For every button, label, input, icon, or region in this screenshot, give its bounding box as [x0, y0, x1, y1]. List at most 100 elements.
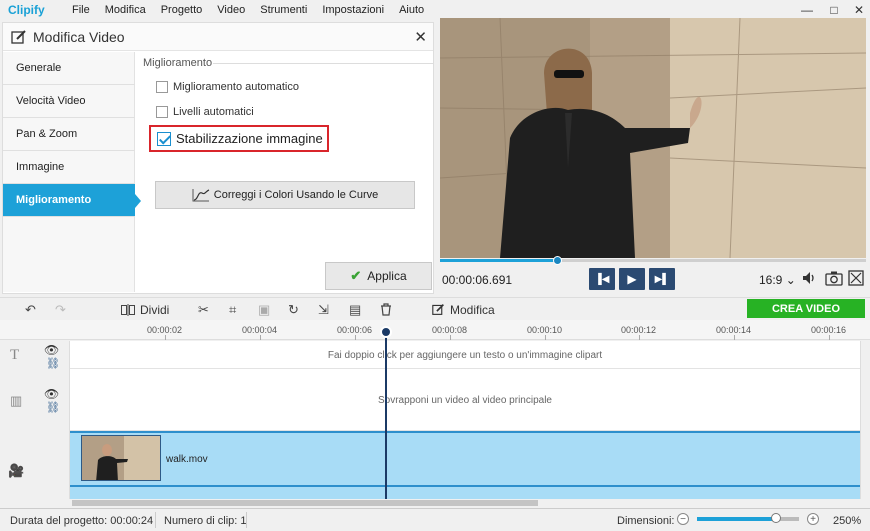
- auto-enhance-label: Miglioramento automatico: [173, 81, 299, 93]
- playback-progress: [440, 259, 558, 262]
- aspect-ratio-value: 16:9: [759, 273, 783, 287]
- menu-bar: Clipify File Modifica Progetto Video Str…: [0, 0, 870, 20]
- preview-frame: [440, 18, 866, 258]
- menu-strumenti[interactable]: Strumenti: [260, 4, 307, 16]
- menu-file[interactable]: File: [72, 4, 90, 16]
- ruler-label: 00:00:06: [337, 325, 373, 335]
- split-button[interactable]: Dividi: [121, 301, 169, 318]
- color-curves-button[interactable]: Correggi i Colori Usando le Curve: [155, 181, 415, 209]
- cut-icon[interactable]: ✂: [198, 301, 209, 318]
- playhead-handle[interactable]: [380, 326, 392, 338]
- edit-sidenav: Generale Velocità Video Pan & Zoom Immag…: [3, 52, 141, 292]
- edit-button[interactable]: Modifica: [432, 301, 495, 318]
- overlay-track[interactable]: Sovrapponi un video al video principale: [70, 369, 860, 431]
- stabilization-option[interactable]: Stabilizzazione immagine: [149, 125, 329, 152]
- close-window-button[interactable]: ✕: [851, 2, 867, 18]
- auto-enhance-option[interactable]: Miglioramento automatico: [156, 81, 299, 93]
- auto-levels-checkbox[interactable]: [156, 106, 168, 118]
- status-divider: [246, 512, 247, 528]
- previous-button[interactable]: ▐◀: [589, 268, 615, 290]
- menu-progetto[interactable]: Progetto: [161, 4, 203, 16]
- timeline-toolbar: ↶ ↷ Dividi ✂ ⌗ ▣ ↻ ⇲ ▤ Modifica: [0, 297, 870, 320]
- frame-icon[interactable]: ▣: [258, 301, 270, 318]
- menu-aiuto[interactable]: Aiuto: [399, 4, 424, 16]
- overlay-track-hint: Sovrapponi un video al video principale: [377, 395, 552, 406]
- crop-icon[interactable]: ⌗: [229, 301, 236, 318]
- text-track-icon: T: [10, 347, 20, 363]
- minimize-button[interactable]: —: [799, 2, 815, 18]
- zoom-out-button[interactable]: −: [677, 513, 689, 525]
- horizontal-scroll-thumb[interactable]: [72, 500, 538, 506]
- project-duration: Durata del progetto: 00:00:24: [10, 515, 154, 527]
- stabilization-label: Stabilizzazione immagine: [176, 131, 323, 146]
- clip-name: walk.mov: [166, 454, 208, 465]
- playback-knob[interactable]: [553, 256, 563, 265]
- ruler-tick: [734, 335, 735, 340]
- auto-levels-option[interactable]: Livelli automatici: [156, 106, 254, 118]
- redo-icon[interactable]: ↷: [55, 301, 66, 318]
- ruler-label: 00:00:16: [811, 325, 847, 335]
- app-logo: Clipify: [8, 3, 45, 17]
- film-edit-icon[interactable]: ▤: [349, 301, 361, 318]
- text-track[interactable]: Fai doppio click per aggiungere un testo…: [70, 341, 860, 369]
- apply-label: Applica: [367, 269, 407, 283]
- zoom-slider-handle[interactable]: [771, 513, 781, 523]
- edit-label: Modifica: [450, 302, 495, 317]
- section-divider: [213, 63, 433, 64]
- clip-thumbnail[interactable]: [81, 435, 161, 481]
- nav-item-velocita-video[interactable]: Velocità Video: [3, 85, 135, 118]
- nav-item-miglioramento[interactable]: Miglioramento: [3, 184, 141, 217]
- nav-item-label: Generale: [16, 62, 62, 74]
- rotate-icon[interactable]: ↻: [288, 301, 299, 318]
- maximize-button[interactable]: □: [826, 2, 842, 18]
- delete-icon[interactable]: [380, 301, 392, 318]
- video-camera-icon: 🎥: [8, 463, 25, 478]
- eye-icon[interactable]: 👁: [44, 387, 59, 401]
- camera-icon[interactable]: [825, 270, 843, 289]
- nav-item-label: Pan & Zoom: [16, 128, 78, 140]
- menu-modifica[interactable]: Modifica: [105, 4, 146, 16]
- skip-back-icon: ▐◀: [594, 273, 610, 285]
- track-headers: T 👁 ⛓ ▥ 👁 ⛓ 🎥: [0, 341, 70, 499]
- ruler-tick: [260, 335, 261, 340]
- ruler-label: 00:00:12: [621, 325, 657, 335]
- timeline-ruler[interactable]: 00:00:02 00:00:04 00:00:06 00:00:08 00:0…: [0, 320, 870, 340]
- zoom-in-button[interactable]: +: [807, 513, 819, 525]
- eye-icon[interactable]: 👁: [44, 343, 59, 357]
- audio-track[interactable]: [70, 487, 860, 499]
- color-curves-label: Correggi i Colori Usando le Curve: [213, 189, 379, 201]
- menu-video[interactable]: Video: [217, 4, 245, 16]
- menu-impostazioni[interactable]: Impostazioni: [322, 4, 384, 16]
- next-button[interactable]: ▶▌: [649, 268, 675, 290]
- edit-video-panel: Modifica Video ✕ Generale Velocità Video…: [2, 22, 434, 294]
- nav-item-label: Immagine: [16, 161, 65, 173]
- ruler-tick: [829, 335, 830, 340]
- split-icon: [121, 303, 135, 316]
- undo-icon[interactable]: ↶: [25, 301, 36, 318]
- fullscreen-icon[interactable]: [848, 270, 864, 289]
- aspect-ratio-select[interactable]: 16:9 ⌄: [759, 273, 796, 287]
- stabilization-checkbox[interactable]: [157, 131, 171, 146]
- clip-count: Numero di clip: 1: [164, 515, 247, 527]
- ruler-tick: [355, 335, 356, 340]
- nav-item-generale[interactable]: Generale: [3, 52, 135, 85]
- play-icon: ▶: [627, 272, 637, 286]
- skip-forward-icon: ▶▌: [654, 273, 670, 285]
- link-icon[interactable]: ⛓: [46, 357, 60, 370]
- nav-item-pan-zoom[interactable]: Pan & Zoom: [3, 118, 135, 151]
- ruler-label: 00:00:04: [242, 325, 278, 335]
- export-icon[interactable]: ⇲: [318, 301, 329, 318]
- playhead[interactable]: [385, 331, 387, 499]
- nav-item-immagine[interactable]: Immagine: [3, 151, 135, 184]
- play-button[interactable]: ▶: [619, 268, 645, 290]
- ruler-tick: [639, 335, 640, 340]
- video-preview[interactable]: [440, 18, 866, 258]
- apply-button[interactable]: ✔ Applica: [325, 262, 432, 290]
- link-icon[interactable]: ⛓: [46, 401, 60, 414]
- auto-enhance-checkbox[interactable]: [156, 81, 168, 93]
- volume-icon[interactable]: [801, 270, 817, 289]
- vertical-scrollbar[interactable]: [860, 341, 870, 499]
- ruler-label: 00:00:02: [147, 325, 183, 335]
- close-icon[interactable]: ✕: [414, 28, 427, 46]
- create-video-button[interactable]: CREA VIDEO: [747, 299, 865, 318]
